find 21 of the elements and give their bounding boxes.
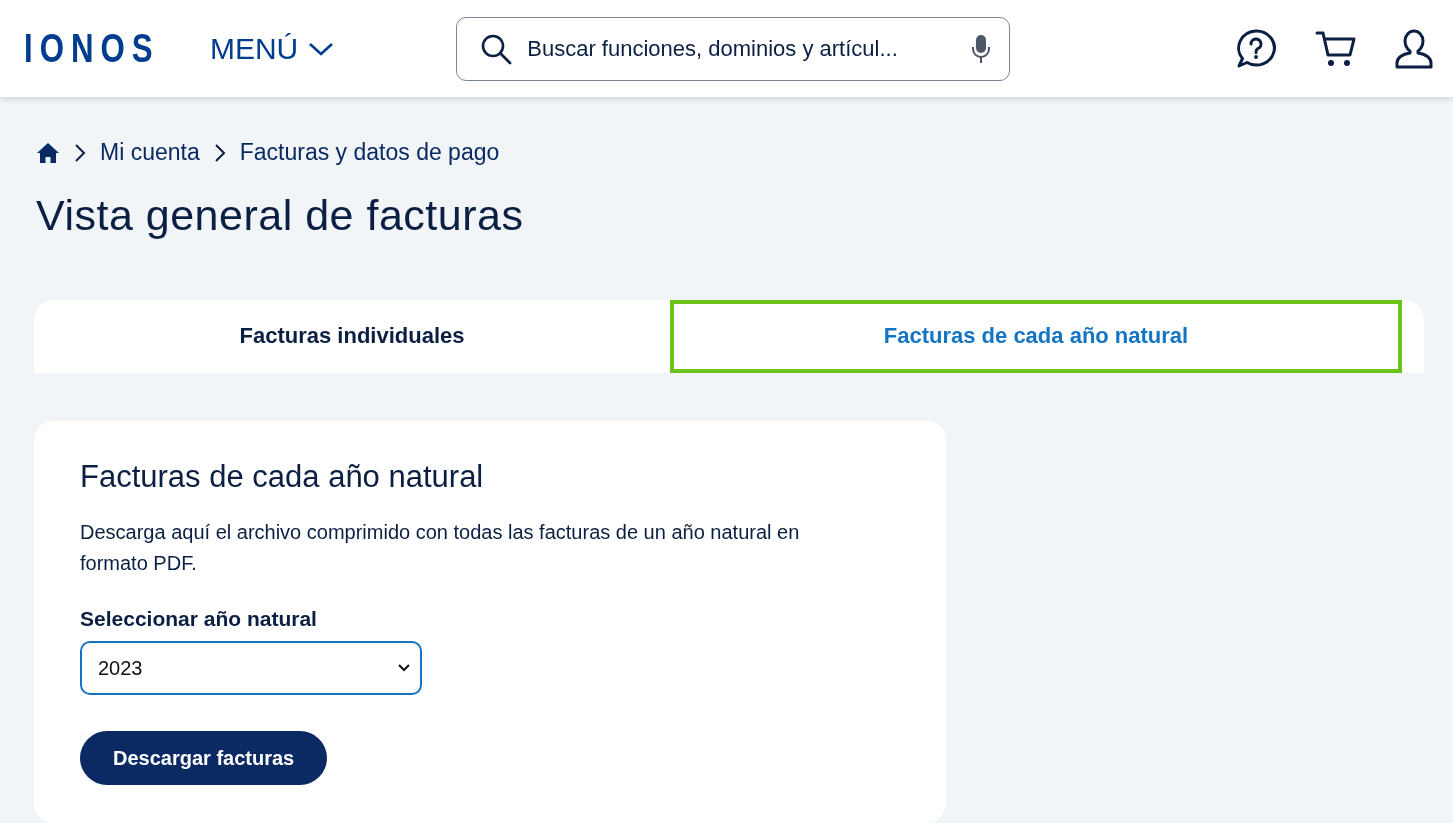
logo[interactable]: IONOS	[24, 26, 160, 71]
breadcrumb-link[interactable]: Mi cuenta	[100, 139, 200, 167]
select-label: Seleccionar año natural	[80, 607, 318, 631]
home-icon[interactable]	[36, 141, 60, 164]
search-field[interactable]: Buscar funciones, dominios y artícul...	[456, 16, 1011, 81]
microphone-icon[interactable]	[972, 33, 991, 64]
page-title: Vista general de facturas	[36, 190, 525, 240]
description: Descarga aquí el archivo comprimido con todas las facturas de un año natural en formato PDF.	[80, 520, 801, 576]
help-icon[interactable]	[1235, 27, 1277, 70]
user-icon[interactable]	[1395, 27, 1433, 70]
chevron-down-icon	[398, 664, 410, 672]
chevron-right-icon	[74, 142, 86, 163]
chevron-right-icon	[213, 142, 226, 163]
year-select[interactable]: 2023	[80, 641, 422, 695]
tab[interactable]: Facturas individuales	[34, 299, 670, 373]
menu-button[interactable]: MENÚ	[209, 31, 335, 66]
card-title: Facturas de cada año natural	[80, 459, 485, 495]
chevron-down-icon	[308, 40, 335, 57]
breadcrumb-link[interactable]: Facturas y datos de pago	[239, 139, 500, 167]
tab[interactable]: Facturas de cada año natural	[670, 299, 1402, 373]
download-button[interactable]: Descargar facturas	[80, 731, 328, 785]
